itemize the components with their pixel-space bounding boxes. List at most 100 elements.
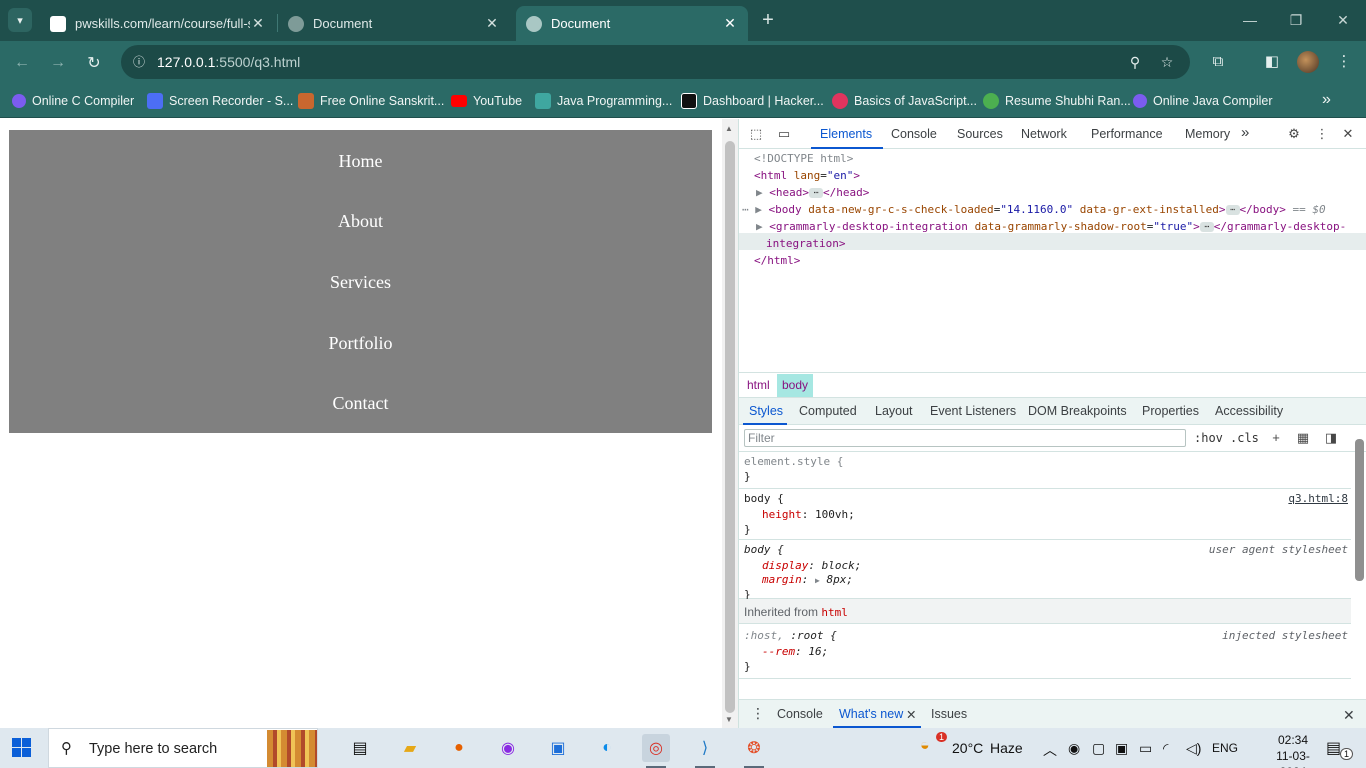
chrome-icon[interactable]: ◎ [642,734,670,768]
bookmarks-overflow-icon[interactable]: » [1322,91,1331,109]
rule-selector[interactable]: :host, :root { [744,629,837,642]
tray-meet-icon[interactable]: ▢ [1092,740,1105,757]
tab-document-1[interactable]: Document ✕ [278,6,510,41]
nav-link-contact[interactable]: Contact [9,393,712,414]
restore-icon[interactable]: ❐ [1273,0,1319,40]
bookmark-resume[interactable]: Resume Shubhi Ran... [983,92,1131,110]
scroll-up-icon[interactable]: ▲ [725,124,733,133]
zoom-icon[interactable]: ⚲ [1126,53,1144,71]
subtab-dom-breakpoints[interactable]: DOM Breakpoints [1028,404,1127,418]
forward-icon[interactable]: → [44,49,72,77]
vscode-icon[interactable]: ⟩ [691,734,719,768]
task-view-icon[interactable]: ▤ [346,734,374,762]
bookmark-online-java-compiler[interactable]: Online Java Compiler [1133,92,1273,110]
bookmark-online-c-compiler[interactable]: Online C Compiler [12,92,134,110]
hov-toggle[interactable]: :hov [1194,431,1223,445]
windows-start-icon[interactable] [12,738,32,758]
app-purple-icon[interactable]: ◉ [494,734,522,762]
scroll-down-icon[interactable]: ▼ [725,715,733,724]
close-tab-icon[interactable]: ✕ [484,15,500,32]
devtools-tab-console[interactable]: Console [891,127,937,141]
back-icon[interactable]: ← [8,49,36,77]
side-panel-icon[interactable]: ◧ [1262,52,1282,72]
close-devtools-icon[interactable]: ✕ [1339,125,1357,143]
rule-selector[interactable]: body { [744,492,784,505]
devtools-tab-memory[interactable]: Memory [1185,127,1230,141]
taskbar-clock[interactable]: 02:34 11-03-2024 [1263,732,1323,768]
site-info-icon[interactable]: ⓘ [129,52,149,72]
close-window-icon[interactable]: ✕ [1320,0,1366,40]
tab-document-2-active[interactable]: Document ✕ [516,6,748,41]
taskbar-search[interactable]: ⚲ Type here to search [48,728,318,768]
close-drawer-icon[interactable]: ✕ [1343,707,1355,724]
bookmark-screen-recorder[interactable]: Screen Recorder - S... [147,92,293,110]
dom-head-node[interactable]: ▶ <head> ⋯ </head> [756,186,869,199]
close-tab-icon[interactable]: ✕ [722,15,738,32]
inspect-element-icon[interactable]: ⬚ [747,125,765,143]
drawer-menu-icon[interactable]: ⋮ [751,705,765,722]
breadcrumb-body[interactable]: body [777,374,814,397]
tray-battery-icon[interactable]: ▭ [1139,740,1152,757]
subtab-layout[interactable]: Layout [875,404,913,418]
extensions-icon[interactable]: ⧉ [1208,52,1228,72]
notepad-app-icon[interactable]: ▣ [544,734,572,762]
bookmark-javascript-basics[interactable]: Basics of JavaScript... [832,92,977,110]
dom-html-open[interactable]: <html lang="en"> [754,169,860,182]
dom-grammarly-node[interactable]: ▶ <grammarly-desktop-integration data-gr… [756,220,1346,233]
dom-body-node[interactable]: ⋯ ▶ <body data-new-gr-c-s-check-loaded="… [742,203,1326,216]
bookmark-sanskrit[interactable]: Free Online Sanskrit... [298,92,444,110]
menu-kebab-icon[interactable]: ⋮ [1334,52,1354,72]
address-bar[interactable]: ⓘ 127.0.0.1:5500/q3.html ⚲ ☆ [121,45,1190,79]
tray-media-icon[interactable]: ◉ [1068,740,1080,757]
toggle-sidebar-icon[interactable]: ◨ [1323,430,1339,446]
bookmark-youtube[interactable]: YouTube [451,92,522,110]
close-tab-icon[interactable]: ✕ [250,15,266,32]
settings-gear-icon[interactable]: ⚙ [1285,125,1303,143]
notifications-icon[interactable]: ▤ [1326,738,1341,758]
subtab-styles[interactable]: Styles [749,404,783,418]
breadcrumb-html[interactable]: html [744,378,773,392]
subtab-properties[interactable]: Properties [1142,404,1199,418]
subtab-accessibility[interactable]: Accessibility [1215,404,1283,418]
css-declaration[interactable]: height: 100vh; [762,508,855,521]
file-explorer-icon[interactable]: ▰ [396,734,424,762]
inherited-tag[interactable]: html [821,606,848,619]
drawer-tab-console[interactable]: Console [777,707,823,721]
devtools-tab-sources[interactable]: Sources [957,127,1003,141]
devtools-menu-icon[interactable]: ⋮ [1313,125,1331,143]
dom-doctype[interactable]: <!DOCTYPE html> [754,152,853,165]
drawer-tab-whats-new[interactable]: What's new [839,707,903,721]
tab-search-chevron-icon[interactable]: ▾ [8,8,32,32]
scrollbar-thumb[interactable] [725,141,735,713]
element-style-selector[interactable]: element.style { [744,455,843,468]
weather-temp[interactable]: 20°C [952,740,983,756]
minimize-icon[interactable]: — [1227,0,1273,40]
new-style-rule-icon[interactable]: + [1268,430,1284,446]
firefox-icon[interactable]: ● [445,734,473,762]
nav-link-services[interactable]: Services [9,272,712,293]
profile-avatar[interactable] [1297,51,1319,73]
drawer-tab-issues[interactable]: Issues [931,707,967,721]
tray-volume-icon[interactable]: ◁) [1186,740,1201,757]
edge-icon[interactable]: ◐ [593,734,621,762]
new-tab-button[interactable]: + [757,9,779,31]
nav-link-portfolio[interactable]: Portfolio [9,333,712,354]
bookmark-java-programming[interactable]: Java Programming... [535,92,672,110]
weather-icon[interactable]: ◒ [920,737,930,755]
more-tabs-icon[interactable]: » [1241,124,1249,141]
styles-scrollbar[interactable] [1351,425,1366,696]
css-declaration[interactable]: margin: ▶ 8px; [762,573,853,586]
nav-link-about[interactable]: About [9,211,712,232]
dom-html-close[interactable]: </html> [754,254,800,267]
rule-source-link[interactable]: q3.html:8 [1288,492,1348,505]
nav-link-home[interactable]: Home [9,151,712,172]
tray-language[interactable]: ENG [1212,741,1238,755]
subtab-computed[interactable]: Computed [799,404,857,418]
page-scrollbar[interactable]: ▲ ▼ [722,119,738,728]
css-declaration[interactable]: --rem: 16; [762,645,828,658]
url-text[interactable]: 127.0.0.1:5500/q3.html [157,54,300,70]
tray-chevron-up-icon[interactable]: ︿ [1043,740,1057,760]
subtab-event-listeners[interactable]: Event Listeners [930,404,1016,418]
rule-selector[interactable]: body { [744,543,784,556]
bookmark-hackerrank[interactable]: Dashboard | Hacker... [681,92,824,110]
